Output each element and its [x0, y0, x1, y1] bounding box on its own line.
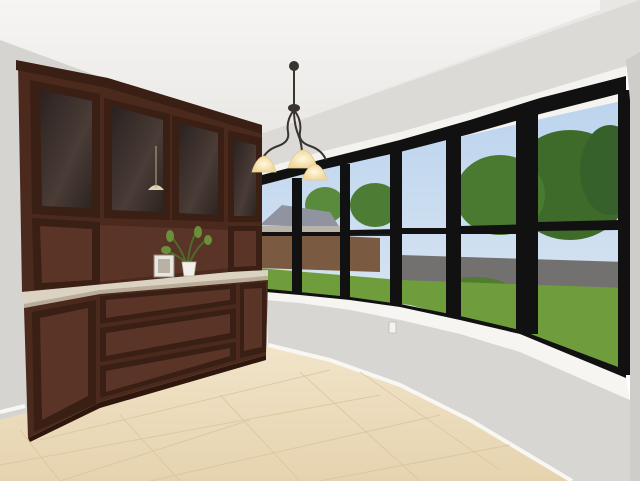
- dining-room-scene: [0, 0, 640, 481]
- room-illustration: [0, 0, 640, 481]
- picture-frame-icon: [153, 254, 175, 278]
- outlet-icon: [388, 321, 397, 334]
